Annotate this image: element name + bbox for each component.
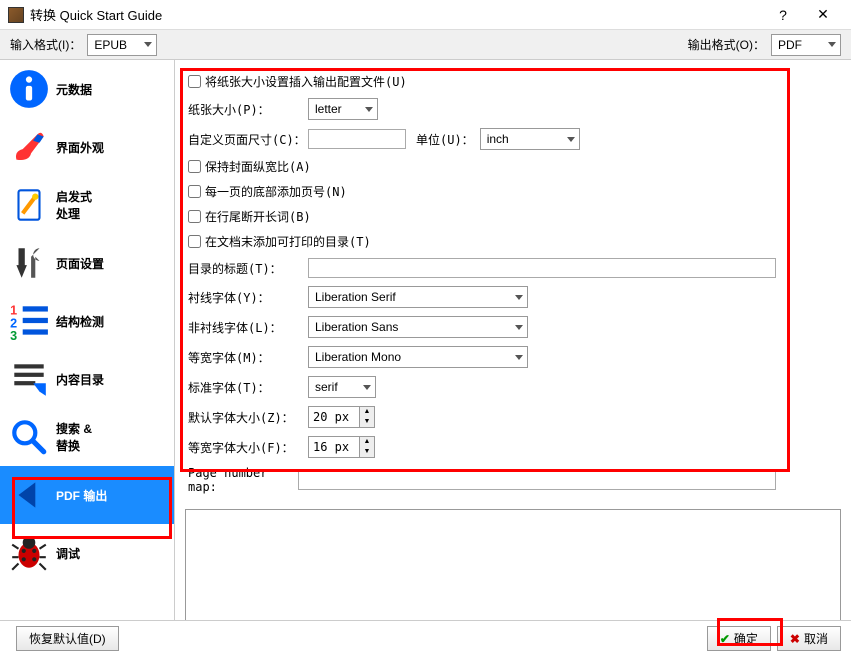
chevron-down-icon <box>515 355 523 360</box>
sans-font-label: 非衬线字体(L)： <box>188 319 308 336</box>
sidebar-item-search-replace[interactable]: 搜索 & 替换 <box>0 408 174 466</box>
insert-paper-label: 将纸张大小设置插入输出配置文件(U) <box>205 73 407 90</box>
chevron-down-icon <box>567 137 575 142</box>
help-button[interactable]: ? <box>763 7 803 23</box>
close-button[interactable]: ✕ <box>803 6 843 23</box>
output-format-label: 输出格式(O)： <box>688 36 765 53</box>
chevron-down-icon <box>515 325 523 330</box>
break-words-label: 在行尾断开长词(B) <box>205 208 311 225</box>
titlebar: 转换 Quick Start Guide ? ✕ <box>0 0 851 30</box>
sans-font-select[interactable]: Liberation Sans <box>308 316 528 338</box>
toc-title-input[interactable] <box>308 258 776 278</box>
mono-size-label: 等宽字体大小(F)： <box>188 439 308 456</box>
chevron-down-icon <box>363 385 371 390</box>
break-words-checkbox[interactable] <box>188 210 201 223</box>
sidebar: 元数据 界面外观 启发式 处理 页面设置 123 结构检测 内容目录 搜索 & … <box>0 60 175 620</box>
window-title: 转换 Quick Start Guide <box>30 5 763 24</box>
custom-size-label: 自定义页面尺寸(C)： <box>188 131 308 148</box>
add-toc-checkbox[interactable] <box>188 235 201 248</box>
footer: 恢复默认值(D) ✔确定 ✖取消 <box>0 620 851 656</box>
page-number-map-input[interactable] <box>298 470 776 490</box>
preserve-aspect-label: 保持封面纵宽比(A) <box>205 158 311 175</box>
mono-font-label: 等宽字体(M)： <box>188 349 308 366</box>
add-toc-label: 在文档末添加可打印的目录(T) <box>205 233 371 250</box>
search-icon <box>8 416 50 458</box>
ok-button[interactable]: ✔确定 <box>707 626 771 651</box>
cross-icon: ✖ <box>790 632 800 646</box>
toc-icon <box>8 358 50 400</box>
serif-font-label: 衬线字体(Y)： <box>188 289 308 306</box>
custom-size-input[interactable] <box>308 129 406 149</box>
app-icon <box>8 7 24 23</box>
chevron-down-icon <box>144 42 152 47</box>
page-num-label: 每一页的底部添加页号(N) <box>205 183 347 200</box>
content-panel: 将纸张大小设置插入输出配置文件(U) 纸张大小(P)： letter 自定义页面… <box>175 60 851 620</box>
default-size-label: 默认字体大小(Z)： <box>188 409 308 426</box>
input-format-select[interactable]: EPUB <box>87 34 157 56</box>
page-number-map-label: Page number map: <box>188 466 298 494</box>
extra-textarea[interactable] <box>185 509 841 620</box>
sidebar-item-heuristic[interactable]: 启发式 处理 <box>0 176 174 234</box>
toc-title-label: 目录的标题(T)： <box>188 260 308 277</box>
sidebar-item-toc[interactable]: 内容目录 <box>0 350 174 408</box>
input-format-label: 输入格式(I)： <box>10 36 81 53</box>
sidebar-item-page-setup[interactable]: 页面设置 <box>0 234 174 292</box>
paper-size-select[interactable]: letter <box>308 98 378 120</box>
unit-label: 单位(U)： <box>416 131 474 148</box>
info-icon <box>8 68 50 110</box>
std-font-label: 标准字体(T)： <box>188 379 308 396</box>
default-size-spinner[interactable]: ▲▼ <box>308 406 375 428</box>
chevron-down-icon <box>828 42 836 47</box>
numbered-list-icon: 123 <box>8 300 50 342</box>
sidebar-item-look-feel[interactable]: 界面外观 <box>0 118 174 176</box>
sidebar-item-pdf-output[interactable]: PDF 输出 <box>0 466 174 524</box>
left-arrow-icon <box>8 474 50 516</box>
spin-down-icon[interactable]: ▼ <box>360 447 374 457</box>
check-icon: ✔ <box>720 632 730 646</box>
page-num-checkbox[interactable] <box>188 185 201 198</box>
chevron-down-icon <box>515 295 523 300</box>
wand-icon <box>8 184 50 226</box>
paper-size-label: 纸张大小(P)： <box>188 101 308 118</box>
brush-icon <box>8 126 50 168</box>
sidebar-item-metadata[interactable]: 元数据 <box>0 60 174 118</box>
spin-up-icon[interactable]: ▲ <box>360 407 374 417</box>
spin-down-icon[interactable]: ▼ <box>360 417 374 427</box>
std-font-select[interactable]: serif <box>308 376 376 398</box>
mono-size-spinner[interactable]: ▲▼ <box>308 436 375 458</box>
chevron-down-icon <box>365 107 373 112</box>
format-bar: 输入格式(I)： EPUB 输出格式(O)： PDF <box>0 30 851 60</box>
restore-defaults-button[interactable]: 恢复默认值(D) <box>16 626 119 651</box>
sidebar-item-structure[interactable]: 123 结构检测 <box>0 292 174 350</box>
svg-text:3: 3 <box>10 329 17 342</box>
mono-font-select[interactable]: Liberation Mono <box>308 346 528 368</box>
sidebar-item-debug[interactable]: 调试 <box>0 524 174 582</box>
spin-up-icon[interactable]: ▲ <box>360 437 374 447</box>
preserve-aspect-checkbox[interactable] <box>188 160 201 173</box>
serif-font-select[interactable]: Liberation Serif <box>308 286 528 308</box>
bug-icon <box>8 532 50 574</box>
tools-icon <box>8 242 50 284</box>
cancel-button[interactable]: ✖取消 <box>777 626 841 651</box>
unit-select[interactable]: inch <box>480 128 580 150</box>
insert-paper-checkbox[interactable] <box>188 75 201 88</box>
output-format-select[interactable]: PDF <box>771 34 841 56</box>
